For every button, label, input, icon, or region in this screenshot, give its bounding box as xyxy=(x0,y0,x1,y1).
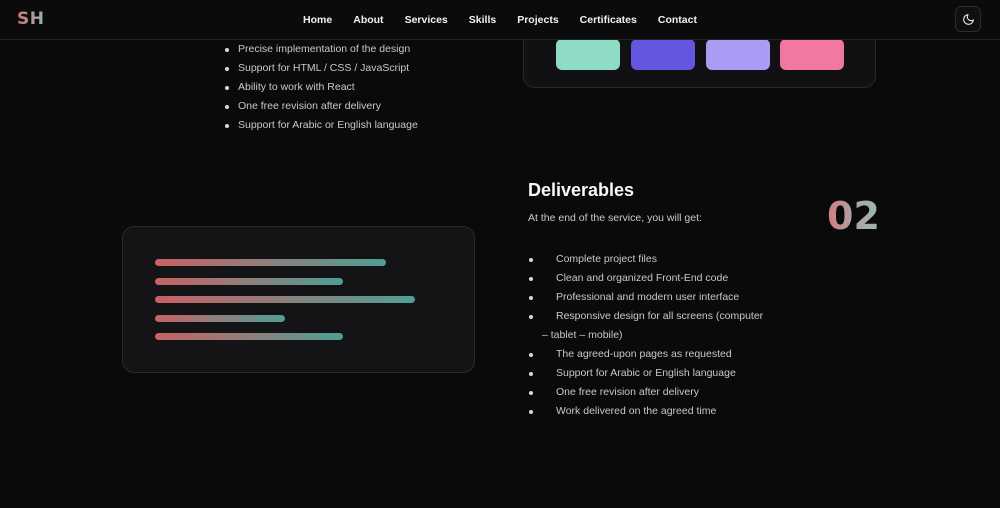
code-line xyxy=(155,296,415,303)
section-subtitle: At the end of the service, you will get: xyxy=(528,212,702,224)
code-illustration-card xyxy=(122,226,475,373)
list-item: One free revision after delivery xyxy=(224,97,418,116)
list-item: Complete project files xyxy=(528,250,768,269)
list-item: Precise implementation of the design xyxy=(224,40,418,59)
theme-toggle-button[interactable] xyxy=(955,6,981,32)
deliverables-list: Complete project files Clean and organiz… xyxy=(528,250,768,421)
nav-link-contact[interactable]: Contact xyxy=(658,14,697,26)
list-item: Clean and organized Front-End code xyxy=(528,269,768,288)
nav-link-skills[interactable]: Skills xyxy=(469,14,496,26)
list-item: Ability to work with React xyxy=(224,78,418,97)
code-line xyxy=(155,278,343,285)
navbar: SH Home About Services Skills Projects C… xyxy=(0,0,1000,40)
list-item: Support for HTML / CSS / JavaScript xyxy=(224,59,418,78)
palette-swatch xyxy=(631,39,695,70)
list-item: Responsive design for all screens (compu… xyxy=(528,307,768,345)
nav-link-services[interactable]: Services xyxy=(405,14,448,26)
nav-link-certificates[interactable]: Certificates xyxy=(580,14,637,26)
list-item: Support for Arabic or English language xyxy=(224,116,418,135)
nav-link-about[interactable]: About xyxy=(353,14,383,26)
list-item: Professional and modern user interface xyxy=(528,288,768,307)
list-item: One free revision after delivery xyxy=(528,383,768,402)
palette-swatch xyxy=(780,39,844,70)
list-item: Support for Arabic or English language xyxy=(528,364,768,383)
nav-links: Home About Services Skills Projects Cert… xyxy=(0,0,1000,40)
code-line xyxy=(155,259,386,266)
code-line xyxy=(155,333,343,340)
list-item: The agreed-upon pages as requested xyxy=(528,345,768,364)
section-title: Deliverables xyxy=(528,180,635,200)
palette-swatch xyxy=(556,39,620,70)
list-item: Work delivered on the agreed time xyxy=(528,402,768,421)
palette-swatch xyxy=(706,39,770,70)
nav-link-projects[interactable]: Projects xyxy=(517,14,558,26)
code-line xyxy=(155,315,285,322)
service-features-list: Precise implementation of the design Sup… xyxy=(224,40,418,135)
section-number: 02 xyxy=(827,194,880,238)
nav-link-home[interactable]: Home xyxy=(303,14,332,26)
moon-icon xyxy=(962,13,974,25)
